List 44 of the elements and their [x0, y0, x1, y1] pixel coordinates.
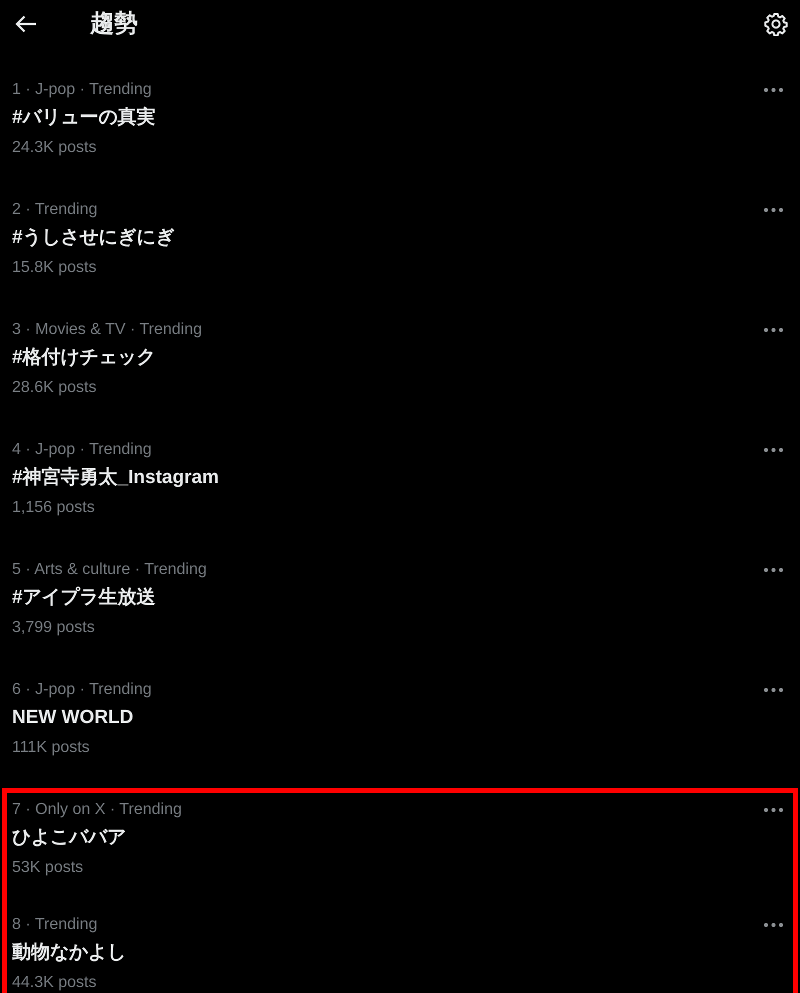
trend-item[interactable]: 4 · J-pop · Trending #神宮寺勇太_Instagram 1,156 posts — [0, 428, 800, 548]
trend-meta: 8 · Trending — [12, 915, 98, 935]
more-icon — [764, 88, 783, 92]
more-icon — [764, 448, 783, 452]
trend-item[interactable]: 2 · Trending #うしさせにぎにぎ 15.8K posts — [0, 188, 800, 308]
post-count: 15.8K posts — [12, 258, 96, 278]
trend-title: #神宮寺勇太_Instagram — [12, 466, 219, 490]
trend-title: #アイプラ生放送 — [12, 586, 156, 610]
trend-item[interactable]: 7 · Only on X · Trending ひよこババア 53K posts — [7, 793, 793, 903]
trend-meta: 4 · J-pop · Trending — [12, 440, 152, 460]
more-icon — [764, 208, 783, 212]
more-icon — [764, 808, 783, 812]
settings-button[interactable] — [764, 12, 788, 36]
trend-meta: 7 · Only on X · Trending — [12, 800, 182, 820]
trend-meta: 3 · Movies & TV · Trending — [12, 320, 202, 340]
trend-meta: 5 · Arts & culture · Trending — [12, 560, 207, 580]
more-icon — [764, 688, 783, 692]
page-title: 趨勢 — [90, 9, 138, 39]
trend-title: #うしさせにぎにぎ — [12, 226, 175, 250]
trend-meta: 1 · J-pop · Trending — [12, 80, 152, 100]
post-count: 24.3K posts — [12, 138, 96, 158]
trend-meta: 2 · Trending — [12, 200, 98, 220]
post-count: 1,156 posts — [12, 498, 95, 518]
trend-meta: 6 · J-pop · Trending — [12, 680, 152, 700]
trend-item[interactable]: 6 · J-pop · Trending NEW WORLD 111K posts — [0, 668, 800, 788]
post-count: 111K posts — [12, 738, 90, 758]
trend-title: ひよこババア — [12, 826, 126, 850]
trend-title: #格付けチェック — [12, 346, 156, 370]
trend-title: NEW WORLD — [12, 706, 134, 730]
trend-title: #バリューの真実 — [12, 106, 156, 130]
more-icon — [764, 328, 783, 332]
trend-item[interactable]: 1 · J-pop · Trending #バリューの真実 24.3K posts — [0, 68, 800, 188]
trend-item[interactable]: 8 · Trending 動物なかよし 44.3K posts — [7, 903, 793, 993]
post-count: 28.6K posts — [12, 378, 96, 398]
back-arrow-icon — [15, 15, 37, 33]
settings-icon — [764, 12, 788, 36]
more-icon — [764, 923, 783, 927]
more-icon — [764, 568, 783, 572]
post-count: 44.3K posts — [12, 973, 96, 993]
trend-title: 動物なかよし — [12, 941, 126, 965]
trend-item[interactable]: 3 · Movies & TV · Trending #格付けチェック 28.6K posts — [0, 308, 800, 428]
post-count: 3,799 posts — [12, 618, 95, 638]
trend-item[interactable]: 5 · Arts & culture · Trending #アイプラ生放送 3,799 posts — [0, 548, 800, 668]
post-count: 53K posts — [12, 858, 84, 878]
